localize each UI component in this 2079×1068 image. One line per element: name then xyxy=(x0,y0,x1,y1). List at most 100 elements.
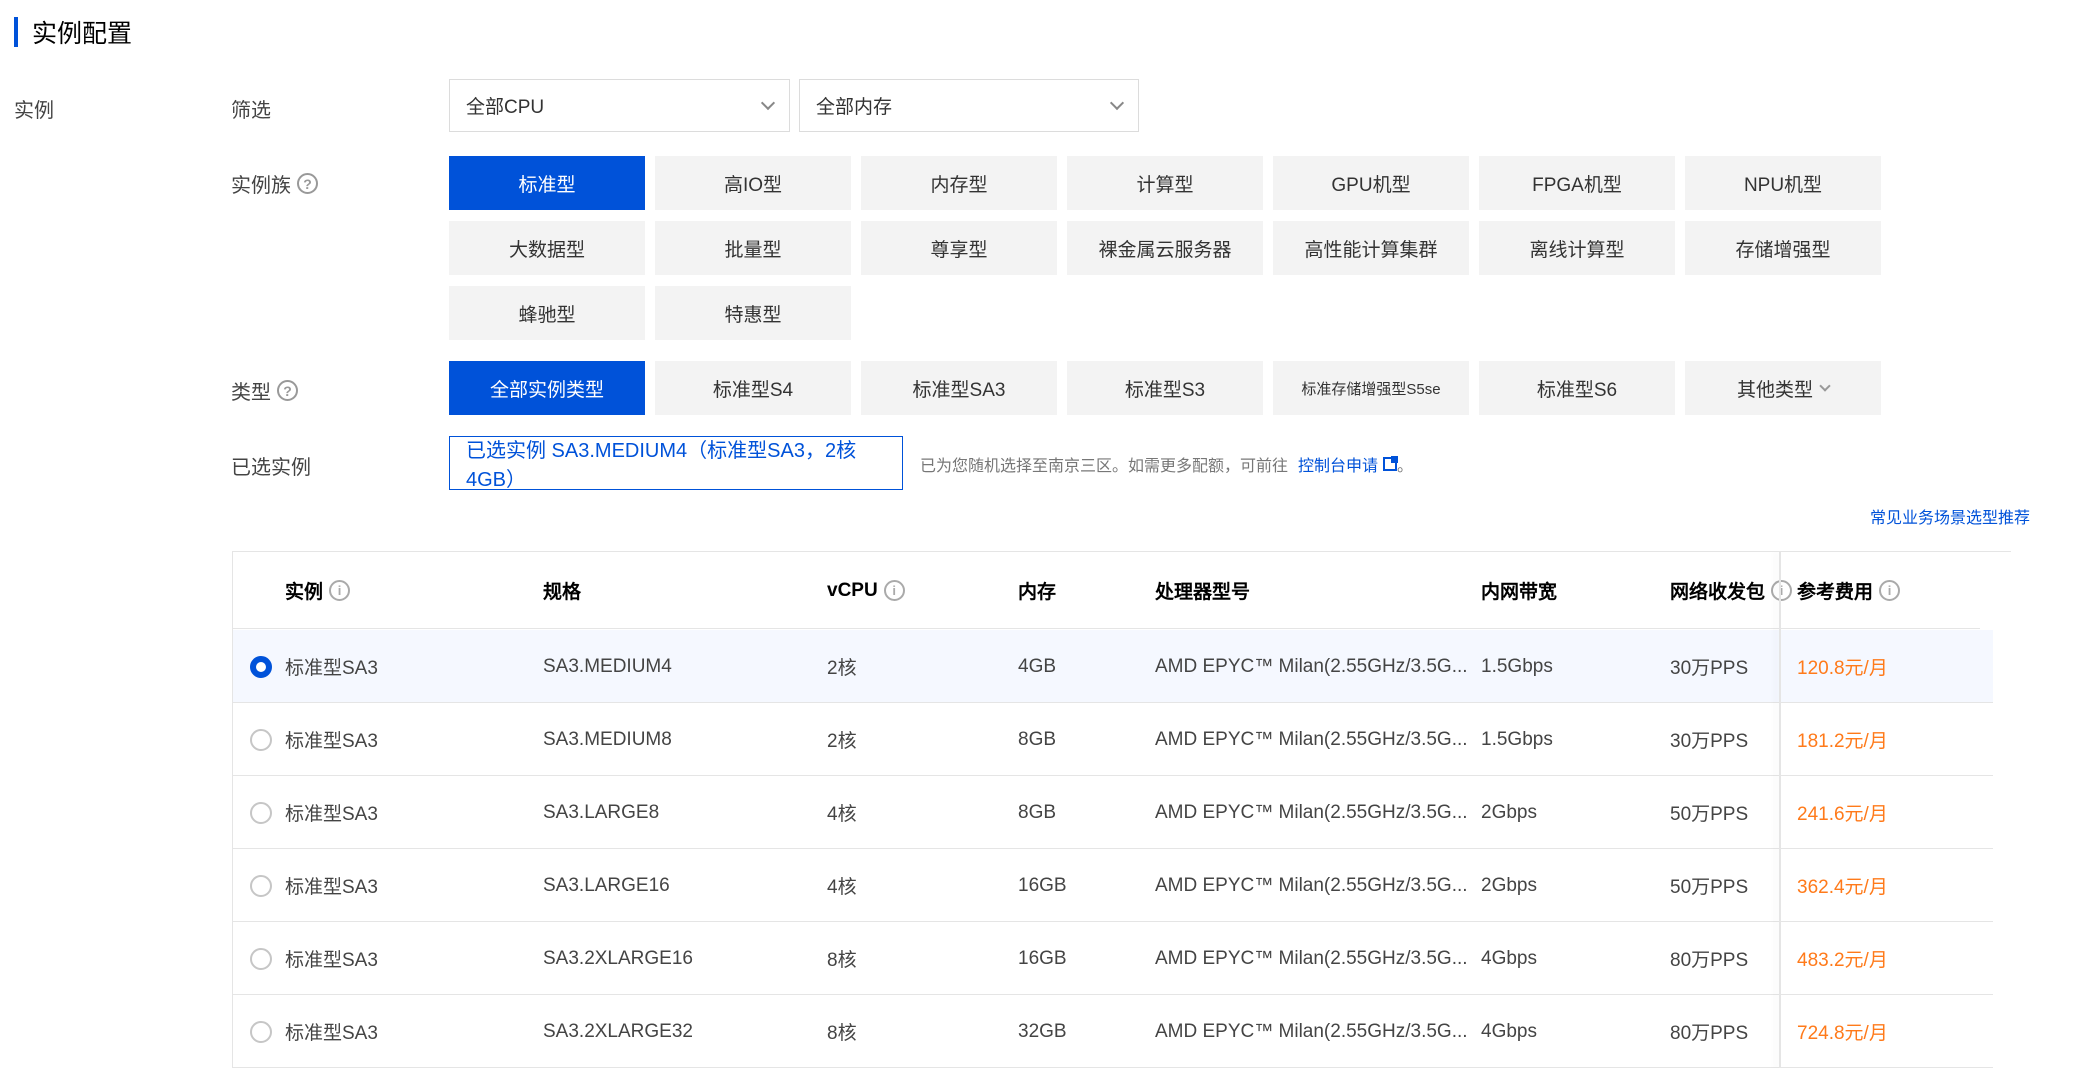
family-label: 实例族 ? xyxy=(231,169,318,198)
family-chip[interactable]: GPU机型 xyxy=(1273,156,1469,210)
cell-spec: SA3.MEDIUM8 xyxy=(543,728,672,750)
row-radio[interactable] xyxy=(250,656,272,678)
family-chip[interactable]: 批量型 xyxy=(655,221,851,275)
row-radio[interactable] xyxy=(250,1021,272,1043)
scenario-recommend-link[interactable]: 常见业务场景选型推荐 xyxy=(1870,504,2030,528)
quota-hint-text: 已为您随机选择至南京三区。如需更多配额，可前往 xyxy=(920,458,1289,475)
cell-spec: SA3.LARGE16 xyxy=(543,874,670,896)
cell-vcpu: 4核 xyxy=(827,804,857,825)
family-chip[interactable]: 内存型 xyxy=(861,156,1057,210)
family-chip[interactable]: 离线计算型 xyxy=(1479,221,1675,275)
family-chip-label: 特惠型 xyxy=(724,304,782,326)
memory-filter-select[interactable]: 全部内存 xyxy=(799,79,1139,132)
cell-bandwidth: 1.5Gbps xyxy=(1481,655,1553,677)
family-chip[interactable]: 特惠型 xyxy=(655,286,851,340)
chevron-down-icon xyxy=(760,95,776,111)
family-chip-label: GPU机型 xyxy=(1331,174,1411,196)
family-chip[interactable]: 高IO型 xyxy=(655,156,851,210)
cell-price: 241.6元/月 xyxy=(1797,804,1888,825)
type-chip-label: 标准型SA3 xyxy=(912,379,1006,401)
family-chip[interactable]: 高性能计算集群 xyxy=(1273,221,1469,275)
family-chip[interactable]: FPGA机型 xyxy=(1479,156,1675,210)
col-instance-label: 实例 xyxy=(285,582,324,603)
cell-vcpu: 8核 xyxy=(827,1023,857,1044)
row-radio[interactable] xyxy=(250,948,272,970)
type-chip-label: 全部实例类型 xyxy=(489,379,604,401)
family-chip[interactable]: NPU机型 xyxy=(1685,156,1881,210)
family-chip[interactable]: 裸金属云服务器 xyxy=(1067,221,1263,275)
family-chip[interactable]: 蜂驰型 xyxy=(449,286,645,340)
family-chip-label: 标准型 xyxy=(518,174,576,196)
col-pps-label: 网络收发包 xyxy=(1670,582,1766,603)
cell-pps: 50万PPS xyxy=(1670,877,1749,898)
family-chip[interactable]: 大数据型 xyxy=(449,221,645,275)
row-radio[interactable] xyxy=(250,875,272,897)
chevron-down-icon xyxy=(1109,95,1125,111)
cell-memory: 8GB xyxy=(1018,801,1057,823)
cell-bandwidth: 2Gbps xyxy=(1481,801,1537,823)
type-chip[interactable]: 标准型S4 xyxy=(655,361,851,415)
cell-pps: 30万PPS xyxy=(1670,658,1749,679)
col-processor-label: 处理器型号 xyxy=(1155,582,1251,603)
row-radio[interactable] xyxy=(250,802,272,824)
type-chip[interactable]: 全部实例类型 xyxy=(449,361,645,415)
col-price: 参考费用 i xyxy=(1797,552,1901,629)
cell-instance: 标准型SA3 xyxy=(285,731,378,752)
info-icon[interactable]: i xyxy=(329,580,351,601)
cell-pps: 30万PPS xyxy=(1670,731,1749,752)
family-chip[interactable]: 标准型 xyxy=(449,156,645,210)
family-chip-label: 离线计算型 xyxy=(1529,239,1625,261)
cell-price: 724.8元/月 xyxy=(1797,1023,1888,1044)
type-chip-label: 标准存储增强型S5se xyxy=(1301,380,1441,398)
info-icon[interactable]: i xyxy=(1879,580,1901,601)
type-chip[interactable]: 标准存储增强型S5se xyxy=(1273,361,1469,415)
type-chip-label: 其他类型 xyxy=(1736,379,1813,401)
type-chip[interactable]: 标准型SA3 xyxy=(861,361,1057,415)
quota-hint-end: 。 xyxy=(1397,458,1414,475)
cpu-filter-select[interactable]: 全部CPU xyxy=(449,79,790,132)
cell-pps: 80万PPS xyxy=(1670,1023,1749,1044)
fixed-column-divider xyxy=(1779,552,1781,1068)
section-accent-bar xyxy=(14,17,18,47)
type-chip[interactable]: 标准型S3 xyxy=(1067,361,1263,415)
family-chip[interactable]: 计算型 xyxy=(1067,156,1263,210)
family-chip[interactable]: 存储增强型 xyxy=(1685,221,1881,275)
type-chip[interactable]: 标准型S6 xyxy=(1479,361,1675,415)
table-row[interactable]: 标准型SA3 SA3.LARGE8 4核 8GB AMD EPYC™ Milan(2.5… xyxy=(233,776,1993,849)
table-row[interactable]: 标准型SA3 SA3.2XLARGE32 8核 32GB AMD EPYC™ Milan… xyxy=(233,995,1993,1068)
table-row[interactable]: 标准型SA3 SA3.MEDIUM4 2核 4GB AMD EPYC™ Milan(2.… xyxy=(233,630,1993,703)
filter-label-text: 筛选 xyxy=(231,100,271,122)
help-icon[interactable]: ? xyxy=(297,173,318,194)
console-apply-link[interactable]: 控制台申请 xyxy=(1298,452,1399,476)
type-chip-label: 标准型S3 xyxy=(1124,379,1206,401)
cell-bandwidth: 1.5Gbps xyxy=(1481,728,1553,750)
col-spec: 规格 xyxy=(543,552,581,629)
cell-spec: SA3.2XLARGE16 xyxy=(543,947,693,969)
info-icon[interactable]: i xyxy=(883,580,905,601)
chevron-down-icon xyxy=(1819,379,1831,392)
family-chip[interactable]: 尊享型 xyxy=(861,221,1057,275)
help-icon[interactable]: ? xyxy=(277,380,298,401)
col-instance: 实例 i xyxy=(285,552,351,629)
cell-memory: 16GB xyxy=(1018,947,1067,969)
cell-pps: 50万PPS xyxy=(1670,804,1749,825)
selected-instance-value: 已选实例 SA3.MEDIUM4（标准型SA3，2核 4GB） xyxy=(466,440,857,491)
type-chip[interactable]: 其他类型 xyxy=(1685,361,1881,415)
cell-spec: SA3.LARGE8 xyxy=(543,801,660,823)
table-row[interactable]: 标准型SA3 SA3.MEDIUM8 2核 8GB AMD EPYC™ Milan(2.… xyxy=(233,703,1993,776)
info-icon[interactable]: i xyxy=(1771,580,1793,601)
col-spec-label: 规格 xyxy=(543,582,582,603)
cell-pps: 80万PPS xyxy=(1670,950,1749,971)
col-processor: 处理器型号 xyxy=(1155,552,1250,629)
col-memory-label: 内存 xyxy=(1018,582,1057,603)
cell-vcpu: 4核 xyxy=(827,877,857,898)
col-price-label: 参考费用 xyxy=(1797,582,1874,603)
family-chip-label: 裸金属云服务器 xyxy=(1098,239,1232,261)
cell-instance: 标准型SA3 xyxy=(285,877,378,898)
row-radio[interactable] xyxy=(250,729,272,751)
family-chip-label: FPGA机型 xyxy=(1532,174,1622,196)
table-row[interactable]: 标准型SA3 SA3.LARGE16 4核 16GB AMD EPYC™ Milan(2… xyxy=(233,849,1993,922)
table-row[interactable]: 标准型SA3 SA3.2XLARGE16 8核 16GB AMD EPYC™ Milan… xyxy=(233,922,1993,995)
family-chip-label: 高性能计算集群 xyxy=(1304,239,1438,261)
family-chip-label: NPU机型 xyxy=(1743,174,1823,196)
